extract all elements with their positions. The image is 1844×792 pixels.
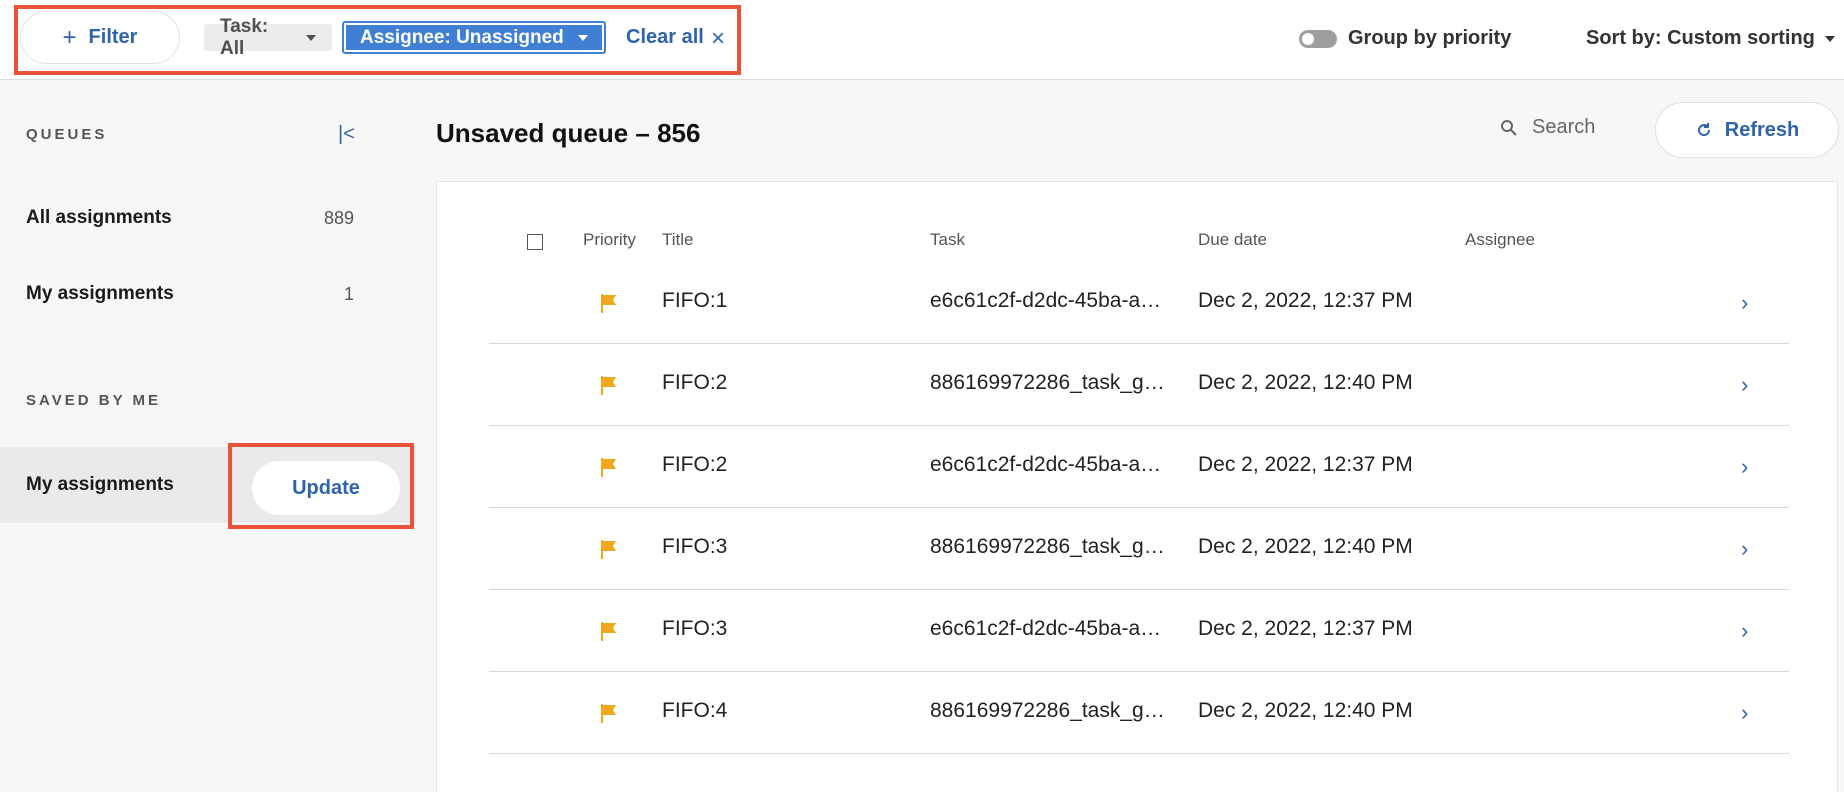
- chevron-right-icon[interactable]: ›: [1741, 618, 1748, 644]
- sidebar-item-count: 889: [323, 207, 354, 228]
- sidebar-item-label: All assignments: [26, 207, 172, 228]
- task-filter-label: Task: All: [220, 15, 269, 59]
- chevron-down-icon: [577, 34, 588, 41]
- priority-flag-icon: [601, 458, 616, 477]
- search-field[interactable]: Search: [1500, 116, 1595, 139]
- table-row[interactable]: FIFO:1 e6c61c2f-d2dc-45ba-a… Dec 2, 2022, …: [489, 262, 1789, 344]
- sort-dropdown[interactable]: Sort by: Custom sorting: [1586, 27, 1835, 50]
- chevron-right-icon[interactable]: ›: [1741, 290, 1748, 316]
- sort-label: Sort by: Custom sorting: [1586, 27, 1815, 49]
- chevron-right-icon[interactable]: ›: [1741, 372, 1748, 398]
- chevron-right-icon[interactable]: ›: [1741, 700, 1748, 726]
- table-row[interactable]: FIFO:3 886169972286_task_g… Dec 2, 2022, 1…: [489, 508, 1789, 590]
- sidebar-item-count: 1: [343, 283, 354, 304]
- priority-flag-icon: [601, 294, 616, 313]
- refresh-icon: [1697, 123, 1710, 137]
- sidebar-item-label: My assignments: [26, 283, 174, 304]
- chevron-down-icon: [306, 34, 316, 41]
- toggle-knob: [1302, 33, 1314, 45]
- search-icon: [1501, 119, 1517, 136]
- column-header-title[interactable]: Title: [662, 230, 694, 250]
- table-row[interactable]: FIFO:2 e6c61c2f-d2dc-45ba-a… Dec 2, 2022, …: [489, 426, 1789, 508]
- highlight-box-update: [228, 443, 414, 529]
- row-task: 886169972286_task_g…: [930, 699, 1165, 722]
- refresh-button[interactable]: Refresh: [1655, 102, 1839, 158]
- row-task: 886169972286_task_g…: [930, 371, 1165, 394]
- saved-queue-label: My assignments: [26, 474, 174, 495]
- saved-section-title: SAVED BY ME: [26, 392, 161, 409]
- queues-sidebar: QUEUES |< All assignments 889 My assignm…: [0, 81, 416, 792]
- row-due-date: Dec 2, 2022, 12:40 PM: [1198, 371, 1413, 394]
- row-due-date: Dec 2, 2022, 12:40 PM: [1198, 535, 1413, 558]
- row-due-date: Dec 2, 2022, 12:37 PM: [1198, 453, 1413, 476]
- task-filter-chip[interactable]: Task: All: [204, 16, 332, 59]
- row-title: FIFO:3: [662, 535, 728, 558]
- row-title: FIFO:2: [662, 371, 728, 394]
- group-by-priority-toggle[interactable]: [1299, 30, 1337, 48]
- assignee-filter-label: Assignee: Unassigned: [360, 26, 564, 48]
- column-header-assignee[interactable]: Assignee: [1465, 230, 1535, 250]
- row-task: 886169972286_task_g…: [930, 535, 1165, 558]
- row-due-date: Dec 2, 2022, 12:37 PM: [1198, 617, 1413, 640]
- priority-flag-icon: [601, 704, 616, 723]
- table-row[interactable]: FIFO:4 886169972286_task_g… Dec 2, 2022, 1…: [489, 672, 1789, 754]
- table-row[interactable]: FIFO:2 886169972286_task_g… Dec 2, 2022, 1…: [489, 344, 1789, 426]
- row-title: FIFO:1: [662, 289, 728, 312]
- assignments-table: Priority Title Task Due date Assignee FI…: [436, 181, 1838, 792]
- chevron-right-icon[interactable]: ›: [1741, 454, 1748, 480]
- row-task: e6c61c2f-d2dc-45ba-a…: [930, 617, 1162, 640]
- filter-toolbar: + Filter Task: All Assignee: Unassigned …: [0, 0, 1844, 80]
- row-title: FIFO:3: [662, 617, 728, 640]
- clear-all-link[interactable]: Clear all: [626, 26, 704, 49]
- queues-section-title: QUEUES: [26, 126, 108, 143]
- row-due-date: Dec 2, 2022, 12:37 PM: [1198, 289, 1413, 312]
- page-title: Unsaved queue – 856: [436, 118, 701, 148]
- row-due-date: Dec 2, 2022, 12:40 PM: [1198, 699, 1413, 722]
- collapse-sidebar-icon[interactable]: |<: [338, 123, 355, 146]
- column-header-priority[interactable]: Priority: [583, 230, 636, 250]
- row-task: e6c61c2f-d2dc-45ba-a…: [930, 453, 1162, 476]
- group-by-priority-label: Group by priority: [1348, 27, 1512, 49]
- row-title: FIFO:2: [662, 453, 728, 476]
- table-header: Priority Title Task Due date Assignee: [437, 230, 1837, 254]
- chevron-down-icon: [1824, 35, 1835, 42]
- column-header-due-date[interactable]: Due date: [1198, 230, 1267, 250]
- priority-flag-icon: [601, 622, 616, 641]
- sidebar-item-all-assignments[interactable]: All assignments 889: [0, 188, 380, 248]
- filter-button-label: Filter: [88, 26, 138, 48]
- chevron-right-icon[interactable]: ›: [1741, 536, 1748, 562]
- close-icon[interactable]: ×: [711, 26, 725, 52]
- row-title: FIFO:4: [662, 699, 728, 722]
- plus-icon: +: [62, 23, 77, 51]
- priority-flag-icon: [601, 376, 616, 395]
- filter-button[interactable]: + Filter: [20, 11, 180, 64]
- column-header-task[interactable]: Task: [930, 230, 965, 250]
- table-row[interactable]: FIFO:3 e6c61c2f-d2dc-45ba-a… Dec 2, 2022, …: [489, 590, 1789, 672]
- row-task: e6c61c2f-d2dc-45ba-a…: [930, 289, 1162, 312]
- search-placeholder: Search: [1532, 116, 1596, 138]
- priority-flag-icon: [601, 540, 616, 559]
- sidebar-item-my-assignments[interactable]: My assignments 1: [0, 264, 380, 324]
- assignee-filter-chip[interactable]: Assignee: Unassigned: [342, 21, 606, 54]
- refresh-label: Refresh: [1724, 118, 1800, 141]
